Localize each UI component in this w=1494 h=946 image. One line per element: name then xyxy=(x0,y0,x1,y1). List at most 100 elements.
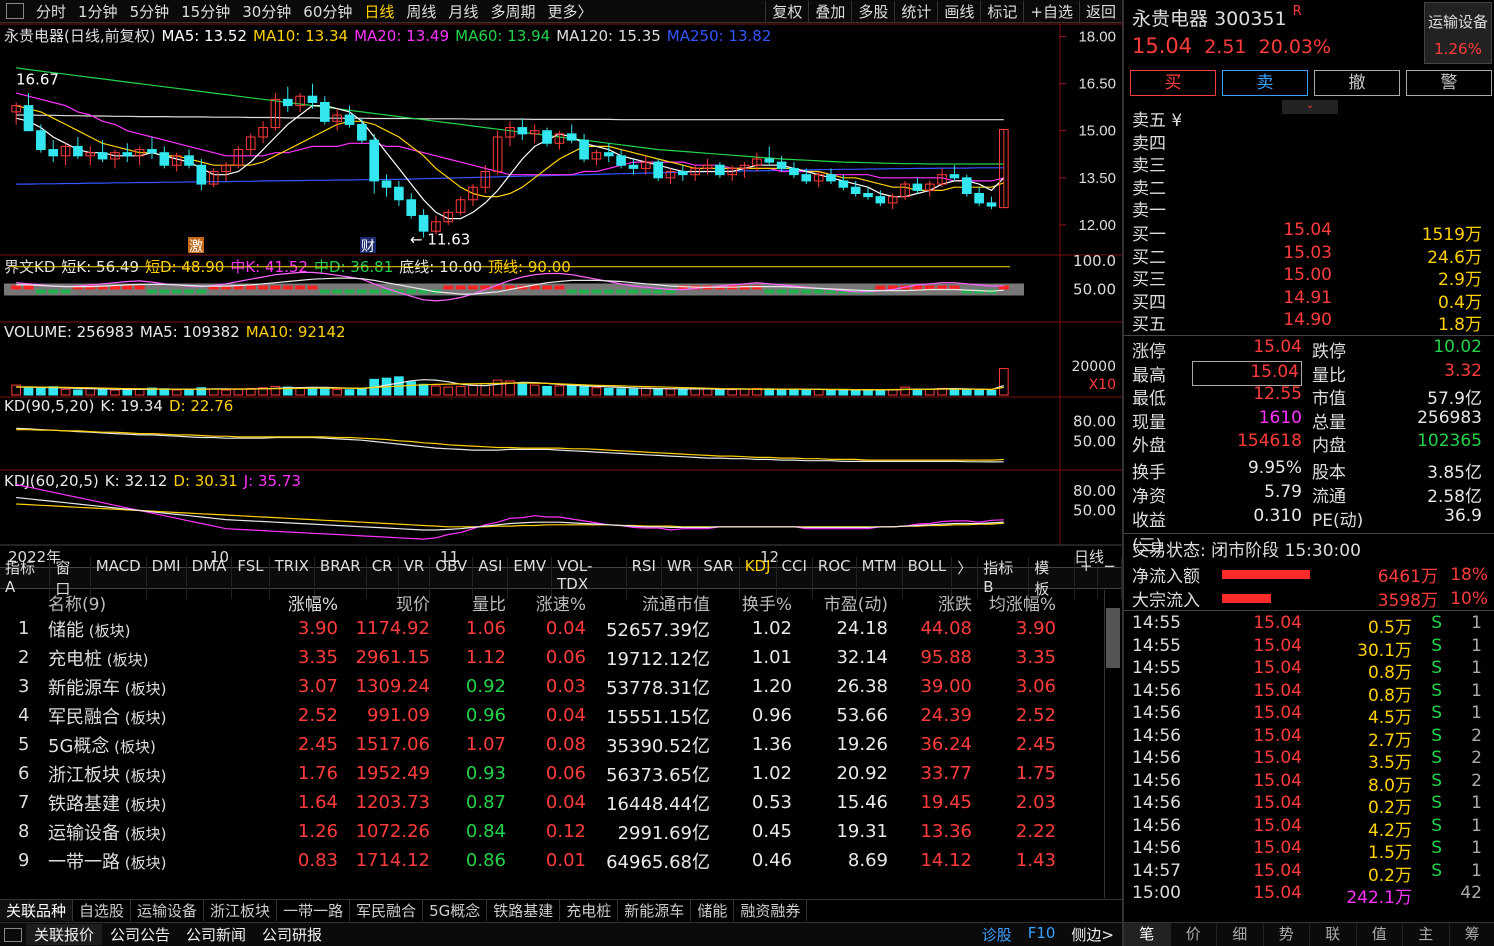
ask-level[interactable]: 卖二 xyxy=(1132,174,1488,199)
right-tab[interactable]: 筹 xyxy=(1450,923,1494,946)
y-tick-label: 16.50 xyxy=(1078,76,1116,93)
table-row[interactable]: 3 新能源车 (板块) 3.07 1309.24 0.92 0.03 53778.31亿 1.… xyxy=(0,672,1104,701)
right-tab[interactable]: 价 xyxy=(1171,923,1217,946)
right-tab[interactable]: 主 xyxy=(1403,923,1450,946)
tick-time: 14:56 xyxy=(1132,748,1181,768)
sector-box[interactable]: 运输设备 1.26% xyxy=(1424,2,1492,64)
trade-button[interactable]: 警 xyxy=(1406,70,1492,96)
row-vr: 0.86 xyxy=(465,850,506,871)
right-tab[interactable]: 联 xyxy=(1310,923,1357,946)
y-tick-label: 20000 xyxy=(1071,359,1116,375)
table-row[interactable]: 5 5G概念 (板块) 2.45 1517.06 1.07 0.08 35390.52亿 1.… xyxy=(0,730,1104,759)
ask-level[interactable]: 卖五 ¥ xyxy=(1132,106,1488,131)
tick-count: 2 xyxy=(1471,770,1482,791)
table-row[interactable]: 4 军民融合 (板块) 2.52 991.09 0.96 0.04 15551.15亿 0.9… xyxy=(0,701,1104,730)
row-price: 1174.92 xyxy=(355,618,430,639)
volume-bar xyxy=(579,386,589,396)
table-header-cell[interactable]: 流通市值 xyxy=(586,590,710,615)
table-row[interactable]: 7 铁路基建 (板块) 1.64 1203.73 0.87 0.04 16448.44亿 0.… xyxy=(0,788,1104,817)
row-pe: 53.66 xyxy=(836,705,888,726)
table-row[interactable]: 9 一带一路 (板块) 0.83 1714.12 0.86 0.01 64965.68亿 0.… xyxy=(0,846,1104,875)
bid-level[interactable]: 买五 14.90 1.8万 xyxy=(1132,310,1488,335)
y-tick-label: 18.00 xyxy=(1078,29,1116,46)
sector-tab[interactable]: 新能源车 xyxy=(618,900,692,921)
candle-body xyxy=(715,164,725,176)
table-header-cell[interactable]: 涨幅% xyxy=(248,590,338,615)
row-price: 991.09 xyxy=(367,705,430,726)
table-row[interactable]: 2 充电桩 (板块) 3.35 2961.15 1.12 0.06 19712.12亿 1.0… xyxy=(0,643,1104,672)
tick-price: 15.04 xyxy=(1253,703,1302,723)
row-chg: 2.45 xyxy=(297,734,338,755)
trade-button[interactable]: 撤 xyxy=(1314,70,1400,96)
table-header-cell[interactable]: 现价 xyxy=(338,590,430,615)
row-avg: 2.22 xyxy=(1015,821,1056,842)
bottom-right-link[interactable]: F10 xyxy=(1020,924,1064,945)
sector-tab[interactable]: 关联品种 xyxy=(0,900,74,921)
volume-bar xyxy=(295,387,305,396)
volume-bar xyxy=(492,379,503,396)
bid-level[interactable]: 买三 15.00 2.9万 xyxy=(1132,265,1488,290)
row-price: 1714.12 xyxy=(355,850,430,871)
table-header-cell[interactable]: 量比 xyxy=(430,590,506,615)
candle-body xyxy=(147,149,157,154)
ask-level[interactable]: 卖一 xyxy=(1132,196,1488,221)
bottom-link[interactable]: 关联报价 xyxy=(26,924,103,945)
bottom-link[interactable]: 公司新闻 xyxy=(178,924,254,945)
table-row[interactable]: 6 浙江板块 (板块) 1.76 1952.49 0.93 0.06 56373.65亿 1.… xyxy=(0,759,1104,788)
table-header-cell[interactable]: 涨跌 xyxy=(888,590,972,615)
sector-tab[interactable]: 军民融合 xyxy=(350,900,424,921)
trade-button[interactable]: 卖 xyxy=(1222,70,1308,96)
sector-tab[interactable]: 运输设备 xyxy=(131,900,205,921)
tick-volume: 0.2万 xyxy=(1367,798,1412,818)
right-tab[interactable]: 值 xyxy=(1357,923,1403,946)
sector-tab[interactable]: 充电桩 xyxy=(560,900,619,921)
row-pe: 20.92 xyxy=(836,763,888,784)
right-tab[interactable]: 细 xyxy=(1217,923,1264,946)
volume-bar xyxy=(801,389,812,396)
table-row[interactable]: 1 储能 (板块) 3.90 1174.92 1.06 0.04 52657.39亿 1.02… xyxy=(0,614,1104,643)
candle-body xyxy=(776,161,787,169)
ask-level[interactable]: 卖三 xyxy=(1132,151,1488,176)
quote-key: 现量 xyxy=(1132,412,1166,433)
sector-tab[interactable]: 铁路基建 xyxy=(487,900,561,921)
tick-side: S xyxy=(1431,838,1442,858)
tick-volume: 4.2万 xyxy=(1367,820,1412,841)
quote-key: 流通 xyxy=(1312,487,1346,507)
ask-level[interactable]: 卖四 xyxy=(1132,129,1488,154)
table-header-cell[interactable]: 均涨幅% xyxy=(972,590,1056,615)
bottom-sector-tabs: 关联品种 自选股 运输设备 浙江板块 一带一路 军民融合 5G概念 铁路基建 充电桩 新能源车 储能… xyxy=(0,899,1122,921)
y-tick-label: 50.00 xyxy=(1073,502,1116,520)
table-row[interactable]: 8 运输设备 (板块) 1.26 1072.26 0.84 0.12 2991.69亿 0.4… xyxy=(0,817,1104,846)
bid-level[interactable]: 买二 15.03 24.6万 xyxy=(1132,243,1488,268)
volume-bar xyxy=(776,388,787,396)
table-header-cell[interactable]: 市盈(动) xyxy=(792,590,888,615)
sector-tab[interactable]: 浙江板块 xyxy=(204,900,278,921)
right-tab[interactable]: 势 xyxy=(1264,923,1310,946)
sector-tab[interactable]: 5G概念 xyxy=(423,900,488,921)
table-header-cell[interactable]: 名称(9) xyxy=(48,590,248,615)
row-tag: (板块) xyxy=(120,766,167,785)
table-scrollbar[interactable] xyxy=(1104,590,1122,898)
ask-label: 卖三 xyxy=(1132,156,1166,177)
bid-level[interactable]: 买一 15.04 1519万 xyxy=(1132,220,1488,245)
trade-button[interactable]: 买 xyxy=(1130,70,1216,96)
sector-tab[interactable]: 储能 xyxy=(691,900,735,921)
bottom-right-link[interactable]: 侧边> xyxy=(1063,924,1122,945)
bid-level[interactable]: 买四 14.91 0.4万 xyxy=(1132,288,1488,313)
kline-charts[interactable]: 18.00 16.50 15.00 13.50 12.00 16.67 ← 11.63 激 财 1… xyxy=(0,0,1122,567)
bottom-link[interactable]: 公司研报 xyxy=(254,924,330,945)
window-icon[interactable] xyxy=(4,927,22,942)
table-header-cell[interactable]: 换手% xyxy=(710,590,792,615)
table-header-cell[interactable]: 涨速% xyxy=(506,590,586,615)
sector-tab[interactable]: 一带一路 xyxy=(277,900,351,921)
right-tab[interactable]: 笔 xyxy=(1124,923,1171,946)
row-name-text: 军民融合 xyxy=(48,706,120,728)
tick-count: 1 xyxy=(1471,680,1482,701)
candle-body xyxy=(381,180,392,188)
volume-bar xyxy=(653,388,663,396)
sector-tab[interactable]: 自选股 xyxy=(73,900,132,921)
sector-tab[interactable]: 融资融券 xyxy=(734,900,808,921)
bottom-link[interactable]: 公司公告 xyxy=(102,924,178,945)
row-name: 浙江板块 (板块) xyxy=(48,761,248,787)
bottom-right-link[interactable]: 诊股 xyxy=(974,924,1020,945)
